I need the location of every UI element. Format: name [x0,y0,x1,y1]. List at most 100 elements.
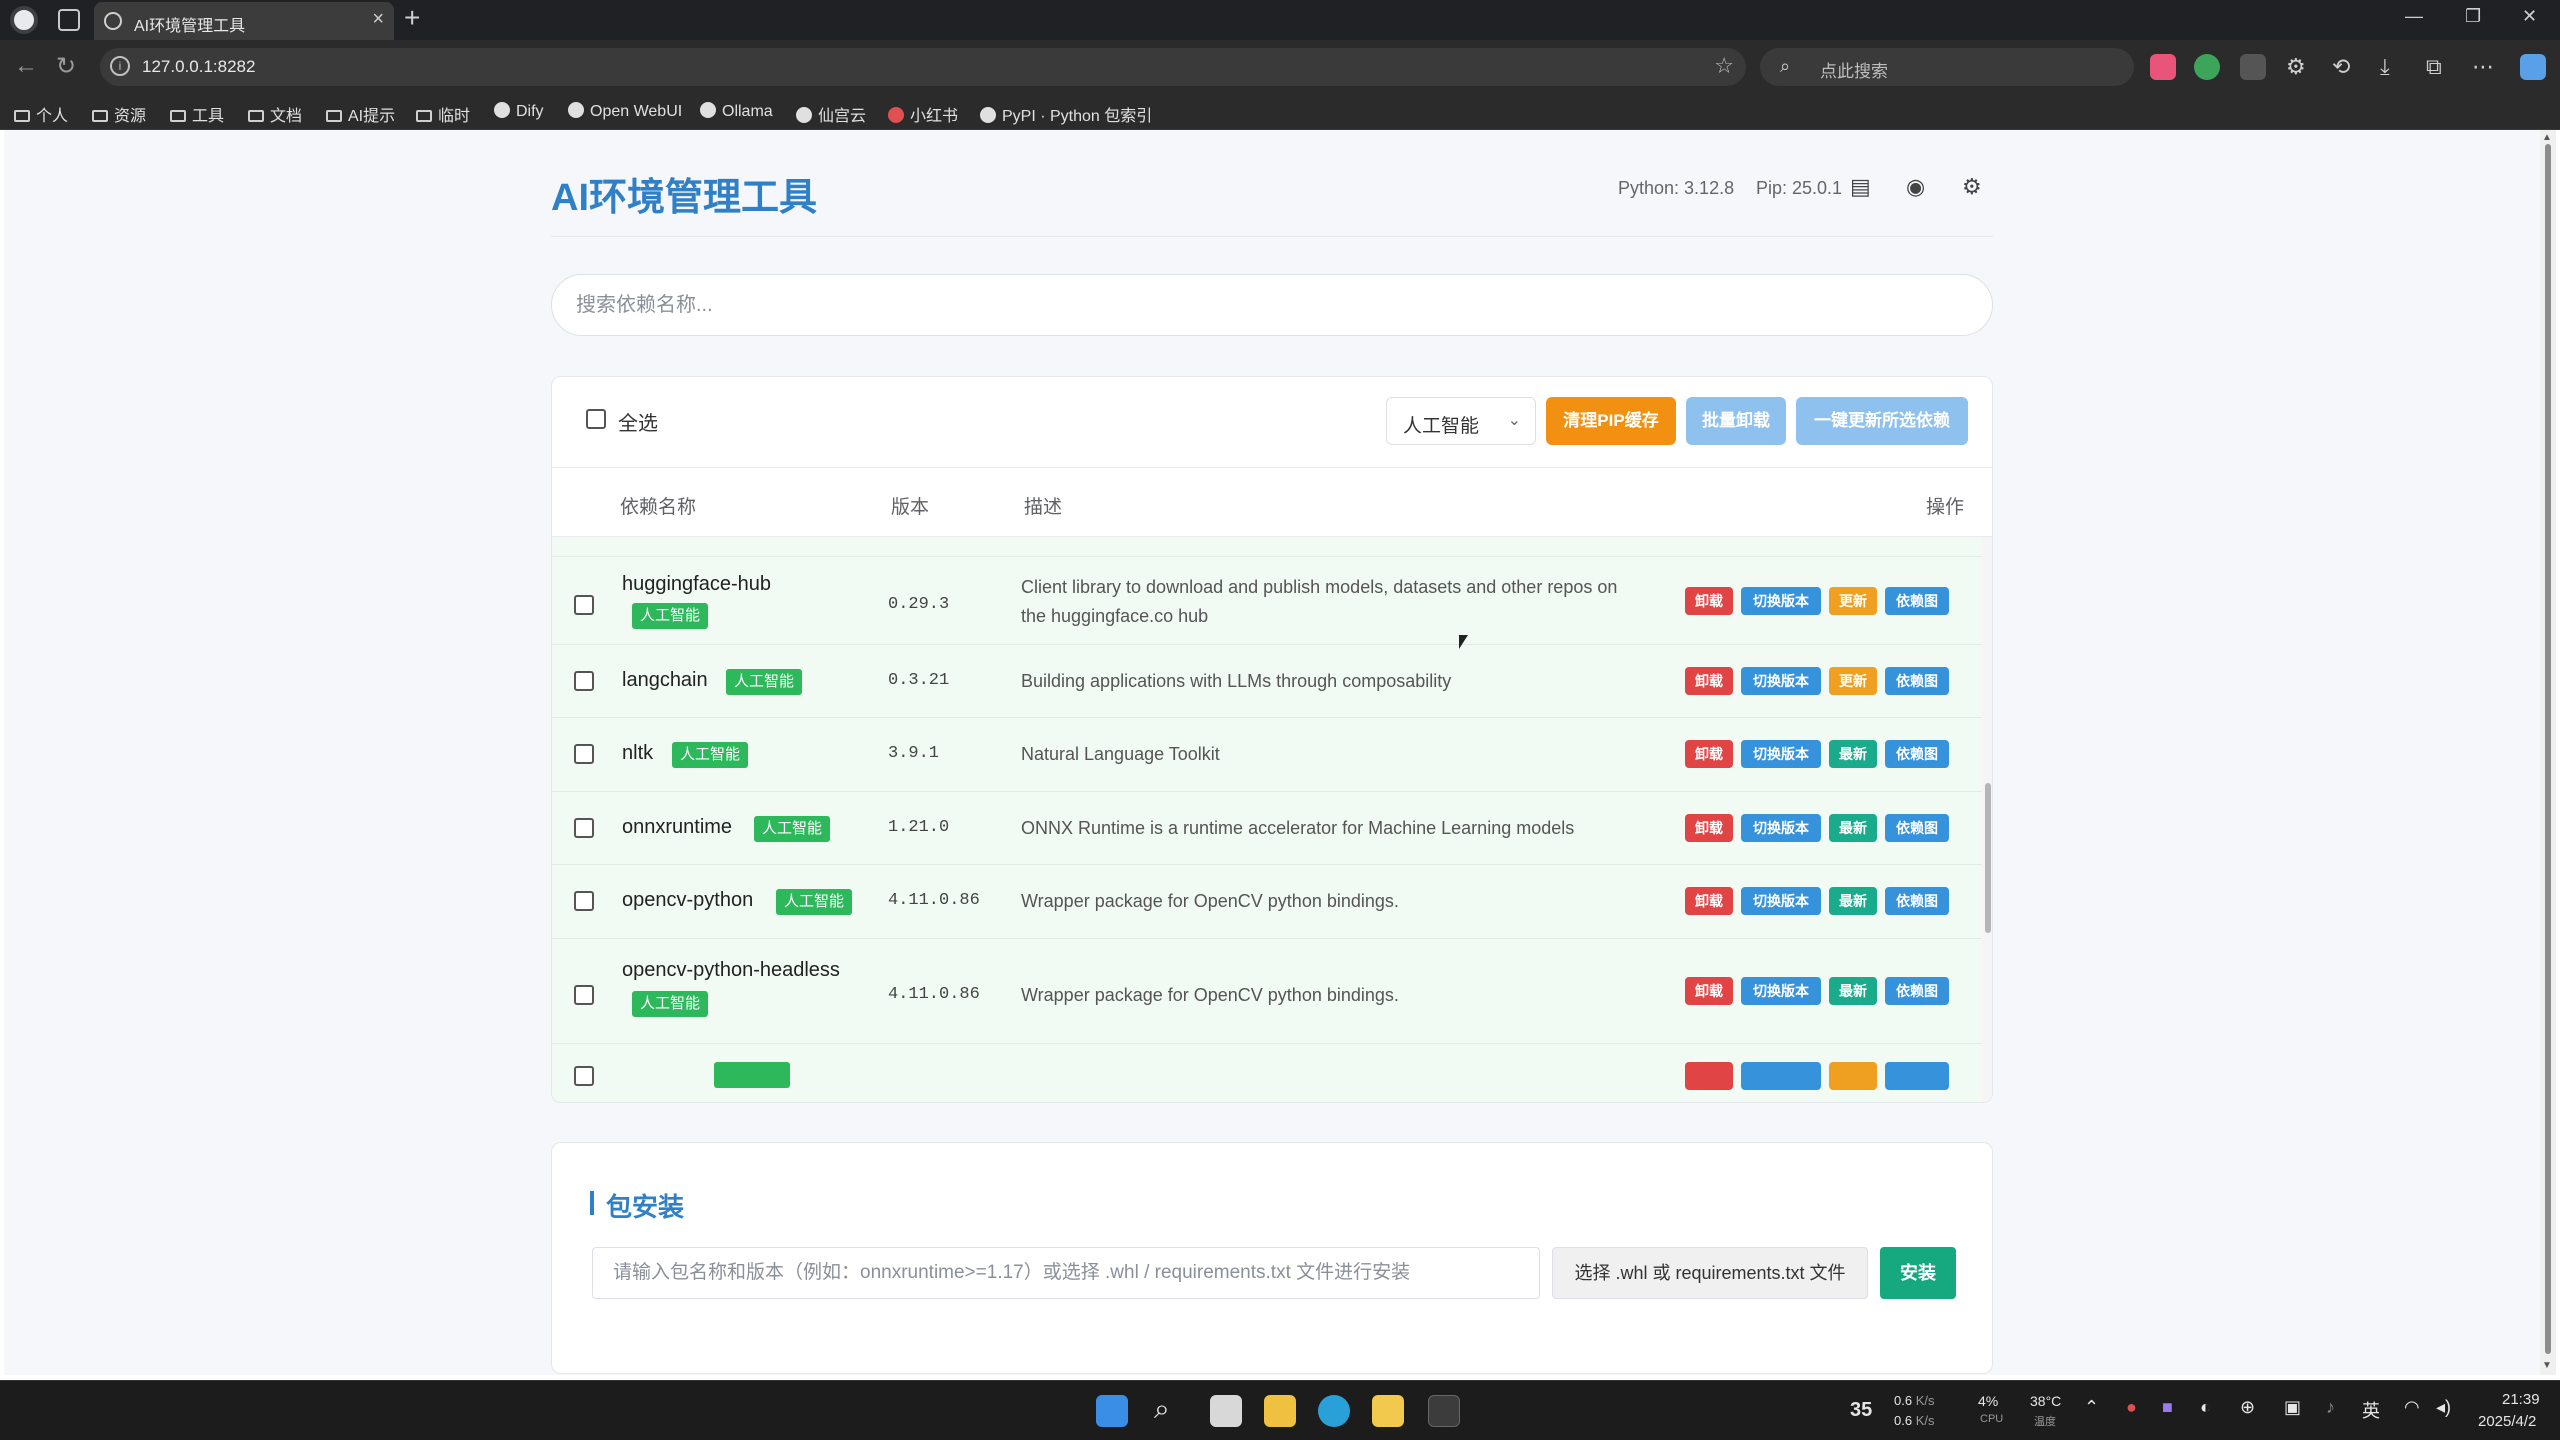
chevron-up-icon[interactable]: ⌃ [2084,1397,2099,1418]
row-checkbox[interactable] [574,595,594,615]
latest-button[interactable]: 最新 [1829,977,1877,1005]
row-checkbox[interactable] [574,985,594,1005]
minimize-icon[interactable]: — [2405,6,2423,27]
dependency-graph-button[interactable]: 依赖图 [1885,740,1949,768]
store-icon[interactable] [1264,1395,1296,1427]
bookmark-link[interactable]: Dify [494,102,544,121]
screenshot-icon[interactable]: ⧉ [2426,54,2442,80]
browser-search-box[interactable]: ⌕ 点此搜索 [1760,48,2134,86]
tray-app-icon[interactable]: ● [2126,1397,2137,1418]
wifi-icon[interactable]: ◠ [2404,1397,2420,1418]
bookmark-folder[interactable]: 临时 [416,102,470,126]
switch-version-button[interactable]: 切换版本 [1741,814,1821,842]
update-button[interactable]: 更新 [1829,667,1877,695]
bookmark-link[interactable]: 小红书 [888,102,958,126]
table-body[interactable]: huggingface-hub 人工智能 0.29.3 Client libra… [552,537,1982,1102]
page-scrollbar-thumb[interactable] [2545,144,2551,1354]
clock-date[interactable]: 2025/4/2 [2478,1413,2536,1430]
row-checkbox[interactable] [574,671,594,691]
dependency-graph-button[interactable] [1885,1062,1949,1090]
update-button[interactable] [1829,1062,1877,1090]
table-scrollbar-thumb[interactable] [1985,783,1991,933]
bookmark-folder[interactable]: 个人 [14,102,68,126]
dependency-search[interactable] [551,274,1993,336]
bookmark-link[interactable]: Ollama [700,102,773,121]
extension-icon[interactable] [2194,54,2220,80]
category-select[interactable]: 人工智能 ⌄ [1386,397,1536,445]
bookmark-link[interactable]: Open WebUI [568,102,682,121]
dependency-graph-button[interactable]: 依赖图 [1885,887,1949,915]
dependency-graph-button[interactable]: 依赖图 [1885,587,1949,615]
batch-uninstall-button[interactable]: 批量卸载 [1686,397,1786,445]
clock-time[interactable]: 21:39 [2502,1391,2540,1408]
page-scrollbar[interactable]: ▲ ▼ [2540,130,2556,1375]
uninstall-button[interactable]: 卸载 [1685,667,1733,695]
close-window-icon[interactable]: ✕ [2522,6,2537,27]
download-icon[interactable]: ⤓ [2380,54,2390,80]
notification-badge[interactable]: 35 [1850,1399,1872,1422]
more-menu-icon[interactable]: ⋯ [2472,54,2494,80]
install-button[interactable]: 安装 [1880,1247,1956,1299]
scroll-up-icon[interactable]: ▲ [2542,132,2552,143]
reload-icon[interactable]: ↻ [56,52,76,81]
switch-version-button[interactable]: 切换版本 [1741,977,1821,1005]
uninstall-button[interactable]: 卸载 [1685,740,1733,768]
dependency-graph-button[interactable]: 依赖图 [1885,667,1949,695]
row-checkbox[interactable] [574,818,594,838]
latest-button[interactable]: 最新 [1829,887,1877,915]
github-icon[interactable]: ◉ [1906,174,1925,200]
select-all-checkbox[interactable] [586,409,606,429]
calendar-icon[interactable]: ▤ [1850,174,1871,200]
new-tab-icon[interactable]: + [404,2,420,34]
tray-app-icon[interactable]: ◐ [2200,1397,2211,1418]
history-icon[interactable]: ⟲ [2332,54,2350,80]
extension-icon[interactable] [2240,54,2266,80]
tray-app-icon[interactable]: ▣ [2284,1397,2301,1418]
tray-app-icon[interactable]: ■ [2162,1397,2173,1418]
tray-app-icon[interactable]: ⊕ [2240,1397,2255,1418]
install-input[interactable] [593,1248,1539,1298]
bookmark-link[interactable]: PyPI · Python 包索引 [980,102,1152,126]
choose-file-button[interactable]: 选择 .whl 或 requirements.txt 文件 [1552,1247,1868,1299]
scroll-down-icon[interactable]: ▼ [2542,1360,2552,1371]
uninstall-button[interactable] [1685,1062,1733,1090]
uninstall-button[interactable]: 卸载 [1685,587,1733,615]
terminal-icon[interactable] [1428,1395,1460,1427]
site-info-icon[interactable]: i [110,56,130,76]
row-checkbox[interactable] [574,744,594,764]
tab-actions-icon[interactable] [58,9,80,31]
search-icon[interactable]: ⌕ [1154,1393,1170,1426]
uninstall-button[interactable]: 卸载 [1685,814,1733,842]
bookmark-folder[interactable]: AI提示 [326,102,395,126]
translate-extension-icon[interactable] [2150,54,2176,80]
back-icon[interactable]: ← [14,52,38,80]
switch-version-button[interactable]: 切换版本 [1741,587,1821,615]
extensions-icon[interactable]: ⚙ [2286,54,2306,80]
start-icon[interactable] [1096,1395,1128,1427]
bookmark-folder[interactable]: 资源 [92,102,146,126]
row-checkbox[interactable] [574,891,594,911]
bookmark-link[interactable]: 仙宫云 [796,102,866,126]
bookmark-folder[interactable]: 工具 [170,102,224,126]
latest-button[interactable]: 最新 [1829,814,1877,842]
microphone-icon[interactable]: ♪ [2326,1397,2335,1418]
copilot-icon[interactable] [2520,54,2546,80]
dependency-graph-button[interactable]: 依赖图 [1885,977,1949,1005]
profile-avatar-icon[interactable] [10,6,38,34]
gear-icon[interactable]: ⚙ [1962,174,1982,200]
uninstall-button[interactable]: 卸载 [1685,887,1733,915]
uninstall-button[interactable]: 卸载 [1685,977,1733,1005]
url-field[interactable]: i 127.0.0.1:8282 ☆ [100,48,1746,86]
ime-indicator[interactable]: 英 [2362,1397,2380,1423]
latest-button[interactable]: 最新 [1829,740,1877,768]
volume-icon[interactable]: ◂) [2436,1397,2451,1418]
search-input[interactable] [552,275,1992,335]
browser-tab[interactable]: AI环境管理工具 × [94,2,394,40]
edge-icon[interactable] [1318,1395,1350,1427]
switch-version-button[interactable]: 切换版本 [1741,667,1821,695]
dependency-graph-button[interactable]: 依赖图 [1885,814,1949,842]
switch-version-button[interactable] [1741,1062,1821,1090]
bookmark-star-icon[interactable]: ☆ [1714,53,1734,79]
restore-icon[interactable]: ❐ [2465,6,2481,27]
install-field[interactable] [592,1247,1540,1299]
